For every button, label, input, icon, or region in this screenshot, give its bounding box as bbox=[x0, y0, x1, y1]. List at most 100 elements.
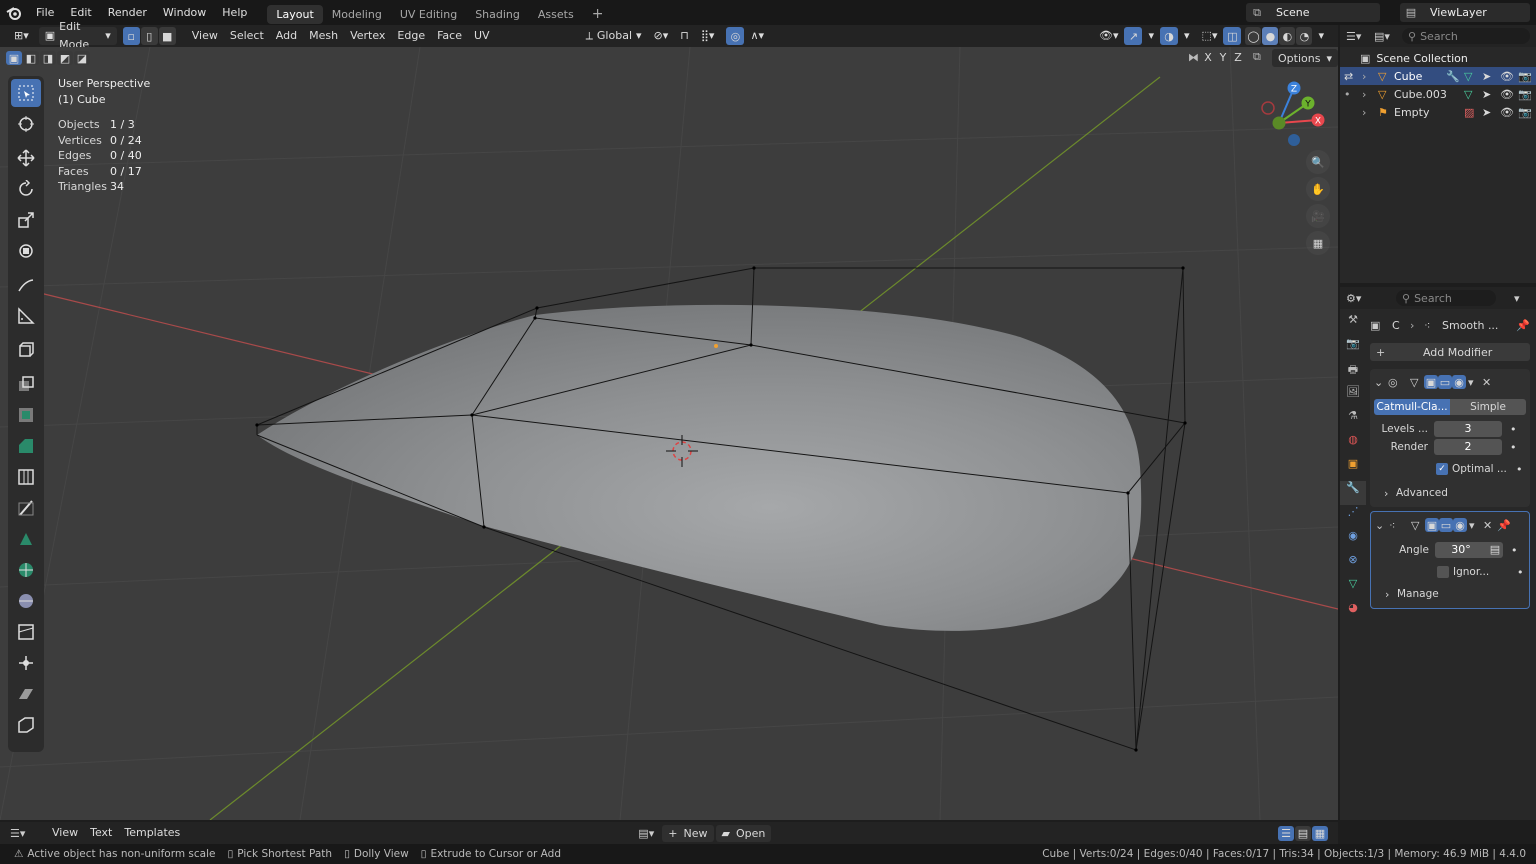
keyframe-dot-icon[interactable]: • bbox=[1510, 441, 1517, 454]
scale-icon[interactable] bbox=[11, 206, 41, 234]
constraints-tab-icon[interactable]: ⊗ bbox=[1340, 553, 1366, 577]
snap-target-icon[interactable]: ⣿▾ bbox=[695, 27, 721, 45]
mesh-overlay-icon[interactable]: ⬚▾ bbox=[1196, 27, 1224, 45]
menu-mesh[interactable]: Mesh bbox=[303, 27, 344, 45]
shrink-fatten-icon[interactable] bbox=[11, 649, 41, 677]
options-dropdown[interactable]: Options ▾ bbox=[1272, 49, 1338, 67]
eye-icon[interactable]: 👁 bbox=[1500, 106, 1518, 119]
properties-search[interactable]: ⚲ Search bbox=[1396, 290, 1496, 306]
view-layer-tab-icon[interactable]: 🖼 bbox=[1340, 385, 1366, 409]
menu-window[interactable]: Window bbox=[155, 0, 214, 25]
camera-icon[interactable]: 📷 bbox=[1518, 70, 1536, 83]
camera-icon[interactable]: 📷 bbox=[1518, 106, 1536, 119]
open-text-button[interactable]: ▰ Open bbox=[715, 824, 772, 842]
scene-collection-row[interactable]: ▣ Scene Collection bbox=[1340, 49, 1536, 67]
select-new-icon[interactable]: ▣ bbox=[6, 51, 22, 65]
gizmo-toggle-icon[interactable]: ↗ bbox=[1124, 27, 1143, 45]
footer-menu-templates[interactable]: Templates bbox=[118, 824, 186, 842]
vertex-select-icon[interactable]: ▫ bbox=[122, 27, 140, 45]
overlay-dropdown-icon[interactable]: ▾ bbox=[1178, 27, 1196, 45]
tool-tab-icon[interactable]: ⚒ bbox=[1340, 313, 1366, 337]
footer-menu-text[interactable]: Text bbox=[84, 824, 118, 842]
close-icon[interactable]: ✕ bbox=[1483, 519, 1497, 532]
data-tab-icon[interactable]: ▽ bbox=[1340, 577, 1366, 601]
text-editor-icon[interactable]: ☰▾ bbox=[10, 827, 46, 840]
mirror-z-toggle[interactable]: Z bbox=[1232, 51, 1244, 64]
select-invert-icon[interactable]: ◩ bbox=[57, 51, 73, 65]
mirror-x-toggle[interactable]: X bbox=[1202, 51, 1214, 64]
scene-selector[interactable]: ⧉ Scene bbox=[1246, 3, 1380, 22]
proportional-edit-icon[interactable]: ◎ bbox=[726, 27, 745, 45]
transform-icon[interactable] bbox=[11, 237, 41, 265]
outliner-row-cube[interactable]: ⇄ › ▽ Cube 🔧 ▽ ➤ 👁 📷 bbox=[1340, 67, 1536, 85]
selectable-icon[interactable]: ➤ bbox=[1482, 70, 1500, 83]
display-mode-icon[interactable]: ▤▾ bbox=[1374, 30, 1402, 43]
measure-icon[interactable] bbox=[11, 302, 41, 330]
menu-select[interactable]: Select bbox=[224, 27, 270, 45]
zoom-icon[interactable]: 🔍 bbox=[1306, 150, 1330, 174]
render-toggle-icon[interactable]: ◉ bbox=[1453, 518, 1467, 532]
perspective-grid-icon[interactable]: ▦ bbox=[1306, 231, 1330, 255]
angle-field[interactable]: 30° bbox=[1435, 542, 1487, 558]
extrude-region-icon[interactable] bbox=[11, 370, 41, 398]
falloff-icon[interactable]: ∧▾ bbox=[744, 27, 770, 45]
world-tab-icon[interactable]: ◍ bbox=[1340, 433, 1366, 457]
visibility-icon[interactable]: 👁▾ bbox=[1093, 27, 1125, 45]
physics-tab-icon[interactable]: ◉ bbox=[1340, 529, 1366, 553]
keyframe-dot-icon[interactable]: • bbox=[1511, 544, 1518, 557]
annotate-icon[interactable] bbox=[11, 271, 41, 299]
catmull-clark-option[interactable]: Catmull-Cla... bbox=[1374, 399, 1450, 415]
menu-edge[interactable]: Edge bbox=[391, 27, 431, 45]
line-numbers-icon[interactable]: ☰ bbox=[1278, 825, 1294, 841]
chevron-right-icon[interactable]: › bbox=[1362, 106, 1378, 119]
outliner-row-empty[interactable]: › ⚑ Empty ▨ ➤ 👁 📷 bbox=[1340, 103, 1536, 121]
3d-viewport[interactable]: User Perspective (1) Cube Objects 1 / 3 V… bbox=[0, 47, 1338, 820]
xray-toggle-icon[interactable]: ◫ bbox=[1223, 27, 1242, 45]
blender-logo-icon[interactable] bbox=[0, 0, 28, 25]
mirror-icon[interactable]: ⧓ bbox=[1188, 51, 1199, 64]
smooth-vertices-icon[interactable] bbox=[11, 587, 41, 615]
viewport-toggle-icon[interactable]: ▭ bbox=[1439, 518, 1453, 532]
orientation-selector[interactable]: ⟂ Global ▾ bbox=[580, 27, 648, 45]
syntax-highlight-icon[interactable]: ▦ bbox=[1312, 825, 1328, 841]
selectable-icon[interactable]: ➤ bbox=[1482, 88, 1500, 101]
particles-tab-icon[interactable]: ⋰ bbox=[1340, 505, 1366, 529]
manage-subpanel[interactable]: › Manage bbox=[1375, 586, 1525, 602]
add-cube-icon[interactable] bbox=[11, 336, 41, 364]
add-workspace-button[interactable]: + bbox=[583, 5, 613, 24]
outliner-row-cube003[interactable]: • › ▽ Cube.003 ▽ ➤ 👁 📷 bbox=[1340, 85, 1536, 103]
chevron-down-icon[interactable]: ▾ bbox=[1469, 519, 1483, 532]
editor-type-button[interactable]: ⊞▾ bbox=[8, 27, 35, 45]
rotate-icon[interactable] bbox=[11, 175, 41, 203]
wireframe-shading-icon[interactable]: ◯ bbox=[1245, 27, 1262, 45]
input-socket-icon[interactable]: ▤ bbox=[1487, 542, 1503, 558]
eye-icon[interactable]: 👁 bbox=[1500, 70, 1518, 83]
properties-editor-icon[interactable]: ⚙▾ bbox=[1346, 292, 1396, 305]
overlay-toggle-icon[interactable]: ◑ bbox=[1160, 27, 1179, 45]
mode-selector[interactable]: ▣ Edit Mode ▾ bbox=[38, 20, 117, 51]
select-intersect-icon[interactable]: ◪ bbox=[74, 51, 90, 65]
cage-toggle-icon[interactable]: ▣ bbox=[1425, 518, 1439, 532]
keyframe-dot-icon[interactable]: • bbox=[1516, 463, 1523, 476]
menu-help[interactable]: Help bbox=[214, 0, 255, 25]
chevron-down-icon[interactable]: ⌄ bbox=[1374, 376, 1388, 389]
chevron-right-icon[interactable]: › bbox=[1362, 88, 1378, 101]
solid-shading-icon[interactable]: ● bbox=[1262, 27, 1279, 45]
edit-mode-toggle-icon[interactable]: ▽ bbox=[1410, 376, 1424, 389]
pin-icon[interactable]: 📌 bbox=[1516, 319, 1530, 332]
ignore-sharpness-checkbox[interactable] bbox=[1437, 566, 1449, 578]
rip-region-icon[interactable] bbox=[11, 711, 41, 739]
outliner-editor-icon[interactable]: ☰▾ bbox=[1346, 30, 1374, 43]
advanced-subpanel[interactable]: › Advanced bbox=[1374, 485, 1526, 501]
keyframe-dot-icon[interactable]: • bbox=[1517, 566, 1524, 579]
pivot-icon[interactable]: ⊘▾ bbox=[648, 27, 675, 45]
keyframe-dot-icon[interactable]: • bbox=[1510, 423, 1517, 436]
add-modifier-button[interactable]: + Add Modifier bbox=[1370, 343, 1530, 361]
camera-view-icon[interactable]: 🎥 bbox=[1306, 204, 1330, 228]
chevron-right-icon[interactable]: › bbox=[1362, 70, 1378, 83]
bevel-icon[interactable] bbox=[11, 432, 41, 460]
object-tab-icon[interactable]: ▣ bbox=[1340, 457, 1366, 481]
modifier-tab-icon[interactable]: 🔧 bbox=[1340, 481, 1366, 505]
camera-icon[interactable]: 📷 bbox=[1518, 88, 1536, 101]
chevron-down-icon[interactable]: ▾ bbox=[1514, 292, 1520, 305]
